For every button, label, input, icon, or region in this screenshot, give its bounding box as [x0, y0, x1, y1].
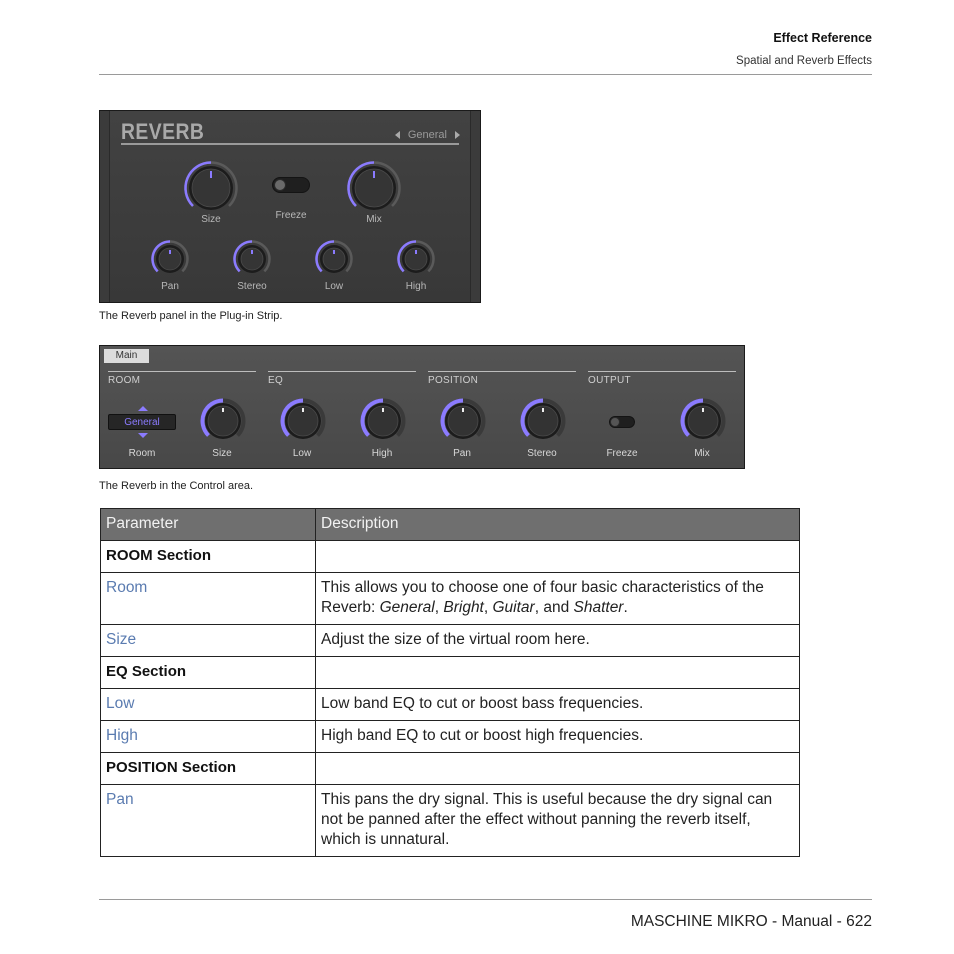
mix-knob-label: Mix: [366, 214, 382, 225]
page-header-subtitle: Spatial and Reverb Effects: [736, 55, 872, 67]
section-title: EQ Section: [100, 656, 316, 689]
section-empty-cell: [315, 540, 800, 573]
section-divider-eq: [268, 371, 416, 372]
low-knob-label: Low: [292, 448, 312, 459]
section-label-position: POSITION: [428, 375, 479, 386]
low-knob[interactable]: [314, 239, 354, 279]
high-knob-control[interactable]: High: [396, 239, 436, 292]
size-knob[interactable]: [183, 160, 239, 216]
high-knob[interactable]: [360, 398, 406, 444]
stereo-knob[interactable]: [232, 239, 272, 279]
footer-divider: [99, 899, 872, 900]
header-divider: [99, 74, 872, 75]
table-row: Size Adjust the size of the virtual room …: [100, 624, 800, 657]
size-knob-label: Size: [201, 214, 221, 225]
page-header-title: Effect Reference: [773, 31, 872, 45]
low-knob[interactable]: [280, 398, 326, 444]
parameter-table: Parameter Description ROOM Section Room Th…: [100, 508, 800, 857]
header-description: Description: [315, 508, 800, 541]
parameter-description: This pans the dry signal. This is useful…: [315, 784, 800, 857]
freeze-toggle-label: Freeze: [275, 210, 307, 221]
high-knob-label: High: [405, 281, 427, 292]
mix-knob-label: Mix: [694, 448, 710, 459]
parameter-link[interactable]: Low: [100, 688, 316, 721]
pan-knob[interactable]: [150, 239, 190, 279]
mix-knob-control[interactable]: Mix: [346, 160, 402, 225]
table-row: Room This allows you to choose one of fou…: [100, 572, 800, 625]
size-knob-control[interactable]: Size: [183, 160, 239, 225]
table-body: ROOM Section Room This allows you to choos…: [100, 540, 800, 857]
pan-knob-control[interactable]: Pan: [150, 239, 190, 292]
freeze-toggle[interactable]: [272, 177, 310, 193]
freeze-toggle-control[interactable]: Freeze: [272, 177, 310, 221]
parameter-link[interactable]: Pan: [100, 784, 316, 857]
high-knob[interactable]: [396, 239, 436, 279]
toggle-thumb: [274, 179, 286, 191]
table-header-row: Parameter Description: [100, 508, 800, 541]
reverb-plugin-panel: REVERB General Size Freeze Mix Pan Stere…: [99, 110, 481, 303]
table-section-row: POSITION Section: [100, 752, 800, 785]
preset-prev-icon[interactable]: [394, 131, 400, 139]
pan-knob-label: Pan: [453, 448, 471, 459]
figure-caption-plugin-strip: The Reverb panel in the Plug-in Strip.: [99, 310, 283, 322]
section-empty-cell: [315, 656, 800, 689]
mix-knob[interactable]: [346, 160, 402, 216]
plugin-panel-body: REVERB General Size Freeze Mix Pan Stere…: [109, 111, 471, 302]
section-empty-cell: [315, 752, 800, 785]
preset-next-icon[interactable]: [455, 131, 460, 139]
room-up-arrow-icon[interactable]: [138, 406, 148, 411]
section-divider-output: [588, 371, 736, 372]
parameter-description: Adjust the size of the virtual room here…: [315, 624, 800, 657]
table-section-row: EQ Section: [100, 656, 800, 689]
high-knob-label: High: [371, 448, 393, 459]
table-row: Low Low band EQ to cut or boost bass freq…: [100, 688, 800, 721]
stereo-knob-control[interactable]: Stereo: [232, 239, 272, 292]
parameter-link[interactable]: Size: [100, 624, 316, 657]
reverb-control-area: Main ROOM EQ POSITION OUTPUT General Roo…: [99, 345, 745, 469]
page-footer: MASCHINE MIKRO - Manual - 622: [630, 913, 872, 930]
parameter-description: This allows you to choose one of four ba…: [315, 572, 800, 625]
section-label-output: OUTPUT: [588, 375, 631, 386]
figure-caption-control-area: The Reverb in the Control area.: [99, 480, 254, 492]
header-parameter: Parameter: [100, 508, 316, 541]
mix-knob[interactable]: [680, 398, 726, 444]
plugin-title: REVERB: [121, 119, 205, 144]
parameter-description: Low band EQ to cut or boost bass frequen…: [315, 688, 800, 721]
parameter-link[interactable]: High: [100, 720, 316, 753]
room-down-arrow-icon[interactable]: [138, 433, 148, 438]
section-title: ROOM Section: [100, 540, 316, 573]
stereo-knob-label: Stereo: [527, 448, 557, 459]
pan-knob-label: Pan: [161, 281, 179, 292]
low-knob-control[interactable]: Low: [314, 239, 354, 292]
room-selector[interactable]: General: [108, 414, 176, 430]
section-divider-room: [108, 371, 256, 372]
section-label-eq: EQ: [268, 375, 284, 386]
size-knob-label: Size: [212, 448, 232, 459]
low-knob-label: Low: [324, 281, 344, 292]
parameter-description: High band EQ to cut or boost high freque…: [315, 720, 800, 753]
toggle-thumb: [610, 417, 620, 427]
preset-name[interactable]: General: [408, 129, 447, 141]
section-title: POSITION Section: [100, 752, 316, 785]
table-row: High High band EQ to cut or boost high fr…: [100, 720, 800, 753]
parameter-link[interactable]: Room: [100, 572, 316, 625]
tab-main[interactable]: Main: [104, 349, 149, 363]
freeze-toggle[interactable]: [609, 416, 635, 428]
table-section-row: ROOM Section: [100, 540, 800, 573]
stereo-knob[interactable]: [520, 398, 566, 444]
table-row: Pan This pans the dry signal. This is use…: [100, 784, 800, 857]
preset-navigator: General: [394, 129, 460, 141]
pan-knob[interactable]: [440, 398, 486, 444]
section-label-room: ROOM: [108, 375, 141, 386]
title-divider: [121, 143, 459, 145]
size-knob[interactable]: [200, 398, 246, 444]
room-selector-label: Room: [128, 448, 156, 459]
section-divider-position: [428, 371, 576, 372]
freeze-toggle-label: Freeze: [606, 448, 638, 459]
stereo-knob-label: Stereo: [237, 281, 267, 292]
